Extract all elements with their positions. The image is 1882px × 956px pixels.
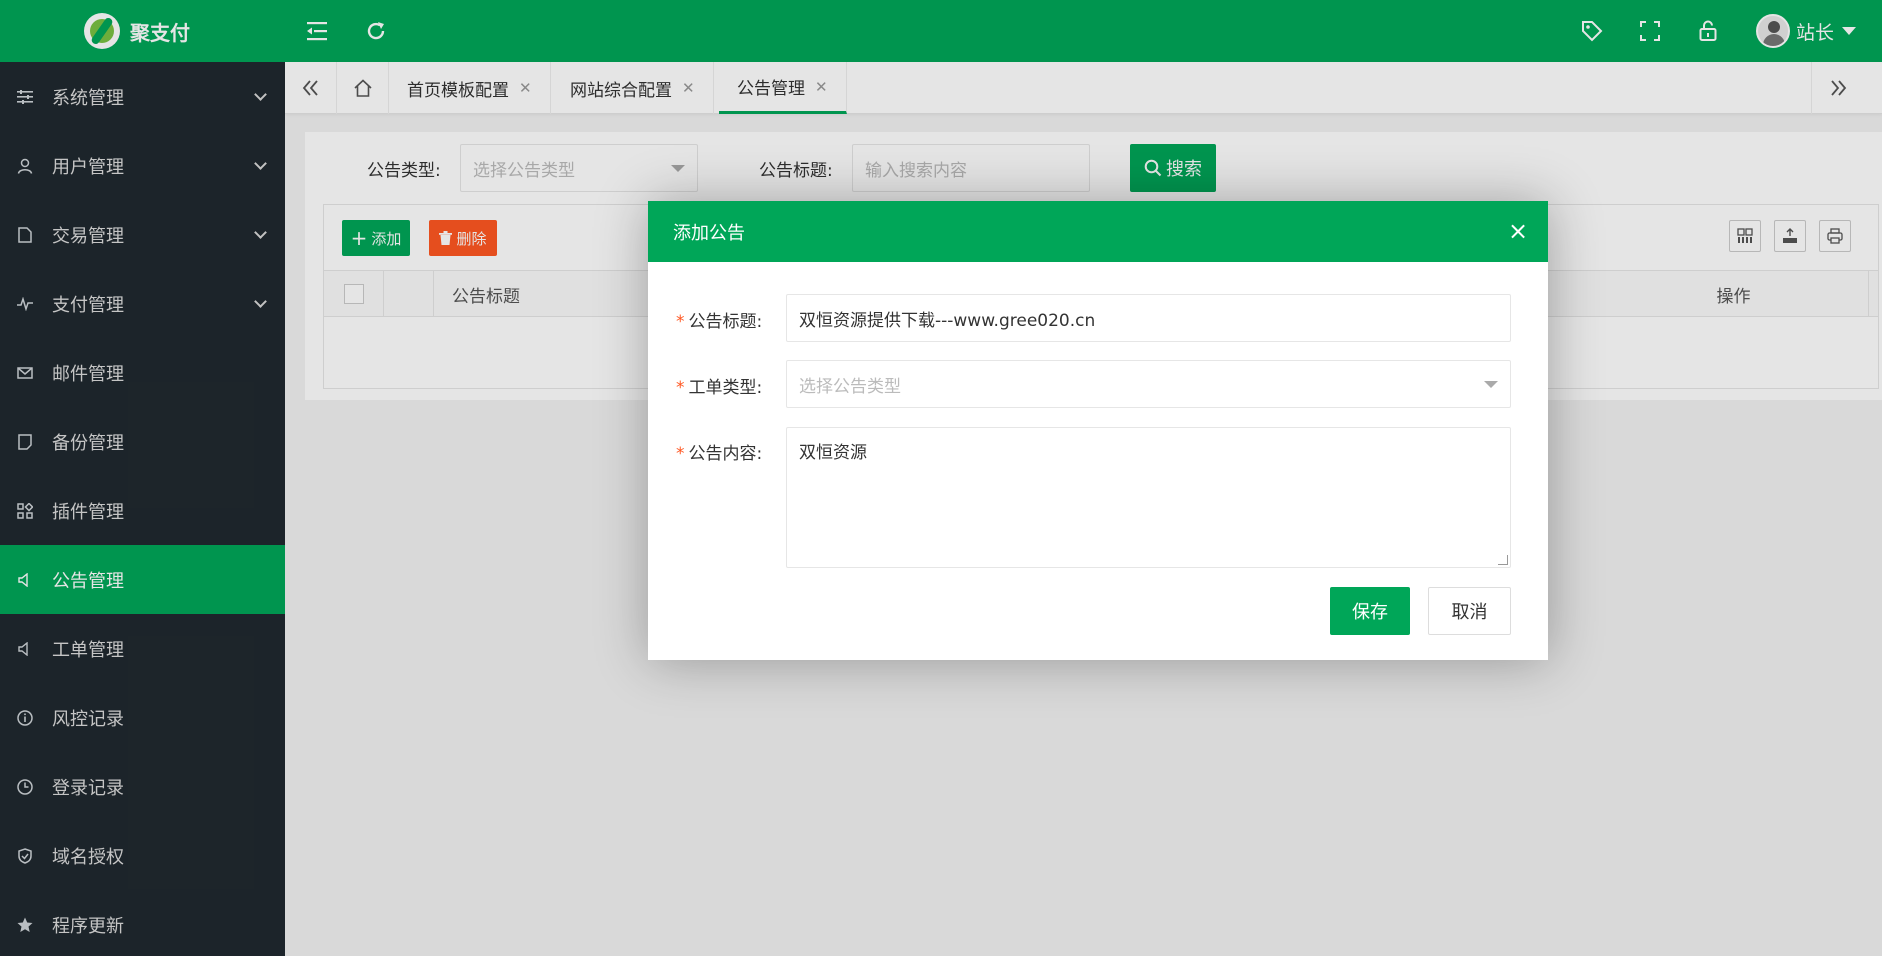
- content-textarea-value: 双恒资源: [799, 443, 867, 463]
- content-textarea[interactable]: 双恒资源: [786, 427, 1511, 568]
- chevron-down-icon: [1484, 381, 1498, 388]
- required-mark: *: [676, 378, 685, 398]
- add-announcement-dialog: 添加公告 × * 公告标题: 双恒资源提供下载---www.gree020.cn …: [648, 201, 1548, 660]
- resize-handle-icon[interactable]: [1498, 555, 1508, 565]
- dialog-title: 添加公告: [673, 222, 745, 244]
- dialog-header: 添加公告 ×: [648, 201, 1548, 262]
- type-select-placeholder: 选择公告类型: [799, 376, 901, 397]
- title-label-text: 公告标题:: [688, 312, 763, 332]
- save-button[interactable]: 保存: [1330, 587, 1410, 635]
- cancel-button[interactable]: 取消: [1428, 587, 1511, 635]
- required-mark: *: [676, 444, 685, 464]
- content-label-text: 公告内容:: [688, 444, 763, 464]
- type-label-text: 工单类型:: [688, 378, 763, 398]
- title-field[interactable]: 双恒资源提供下载---www.gree020.cn: [786, 294, 1511, 342]
- close-icon[interactable]: ×: [1506, 219, 1530, 243]
- title-field-value: 双恒资源提供下载---www.gree020.cn: [799, 310, 1096, 331]
- required-mark: *: [676, 312, 685, 332]
- type-select[interactable]: 选择公告类型: [786, 360, 1511, 408]
